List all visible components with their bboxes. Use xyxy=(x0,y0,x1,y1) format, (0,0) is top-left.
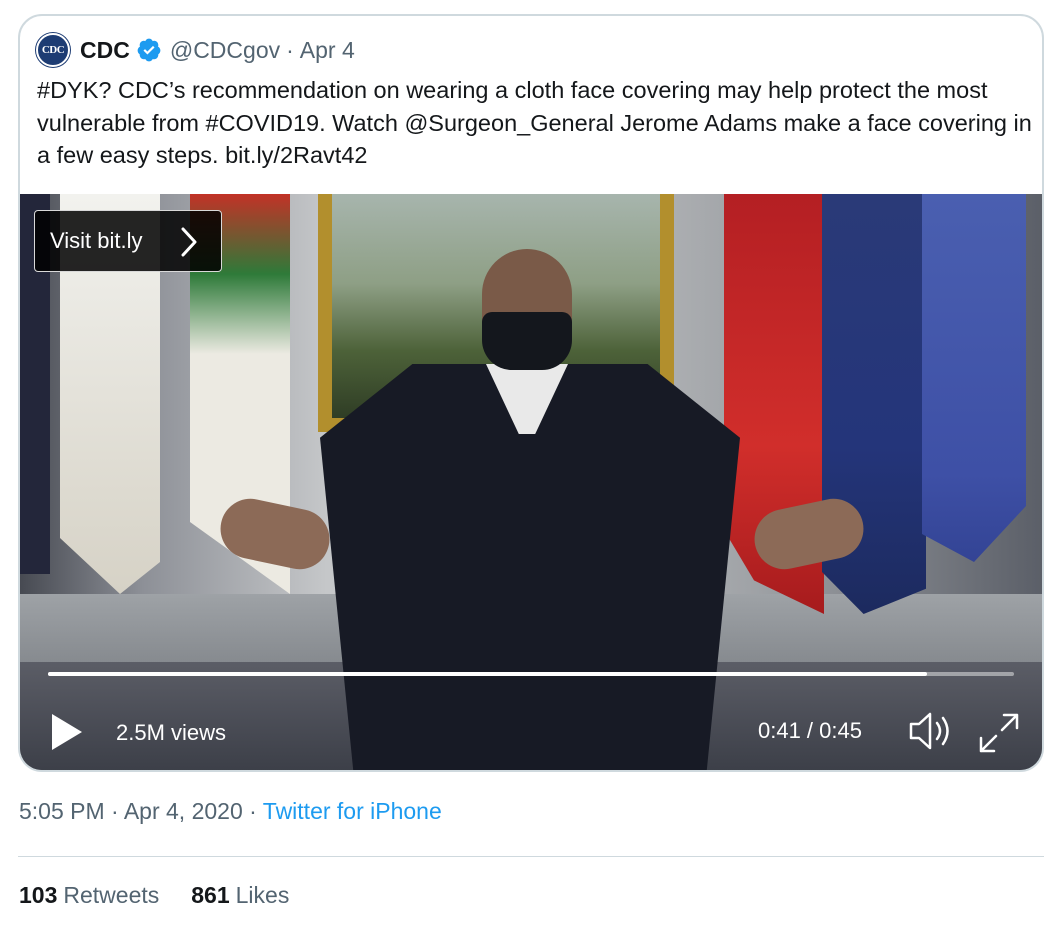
likes-stat[interactable]: 861 Likes xyxy=(191,882,289,909)
tweet-date[interactable]: Apr 4 xyxy=(300,37,355,64)
video-progress-fill xyxy=(48,672,928,676)
likes-label: Likes xyxy=(235,882,290,908)
video-progress-bar[interactable] xyxy=(48,672,1014,676)
volume-icon[interactable] xyxy=(908,710,954,752)
video-time: 0:41 / 0:45 xyxy=(758,718,862,743)
video-player[interactable]: Visit bit.ly 2.5M views 0:41 / 0:45 xyxy=(20,194,1042,770)
visit-link-button[interactable]: Visit bit.ly xyxy=(34,210,222,272)
tweet-source-link[interactable]: Twitter for iPhone xyxy=(263,798,442,824)
fullscreen-icon[interactable] xyxy=(978,712,1020,754)
likes-count: 861 xyxy=(191,882,230,908)
tweet-header: CDC CDC @CDCgov · Apr 4 xyxy=(36,32,355,68)
verified-badge-icon xyxy=(137,38,161,62)
tweet-text: #DYK? CDC’s recommendation on wearing a … xyxy=(37,77,1032,168)
chevron-right-icon xyxy=(181,227,197,257)
video-frame-left-hand xyxy=(214,493,336,575)
video-view-count: 2.5M views xyxy=(116,720,227,745)
visit-link-label: Visit bit.ly xyxy=(50,228,143,253)
video-frame-face-mask xyxy=(482,312,572,370)
retweets-stat[interactable]: 103 Retweets xyxy=(19,882,159,909)
retweets-label: Retweets xyxy=(63,882,160,908)
tweet-stats: 103 Retweets 861 Likes xyxy=(19,882,321,909)
divider xyxy=(18,856,1044,857)
retweets-count: 103 xyxy=(19,882,58,908)
tweet-meta: 5:05 PM · Apr 4, 2020 · Twitter for iPho… xyxy=(19,798,442,825)
header-separator: · xyxy=(286,36,294,63)
tweet-timestamp[interactable]: 5:05 PM · Apr 4, 2020 xyxy=(19,798,243,824)
author-handle[interactable]: @CDCgov xyxy=(170,37,280,64)
cdc-logo-icon[interactable]: CDC xyxy=(36,33,70,67)
logo-text: CDC xyxy=(41,44,65,56)
meta-separator: · xyxy=(249,798,257,824)
play-icon[interactable] xyxy=(50,712,84,752)
author-name[interactable]: CDC xyxy=(80,37,130,64)
embedded-tweet-card[interactable]: CDC CDC @CDCgov · Apr 4 #DYK? CDC’s reco… xyxy=(18,14,1044,772)
video-frame-flag xyxy=(922,194,1026,562)
